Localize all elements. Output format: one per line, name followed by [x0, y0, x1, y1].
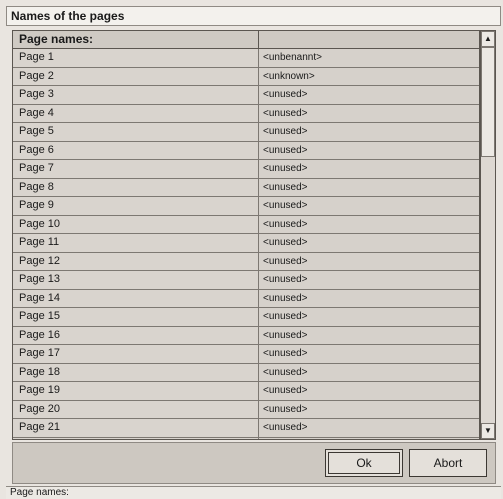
page-value-cell[interactable]: <unused>: [259, 123, 479, 141]
table-row[interactable]: Page 5 <unused>: [13, 123, 479, 142]
page-name-cell[interactable]: Page 14: [13, 289, 259, 307]
page-value-cell[interactable]: <unused>: [259, 197, 479, 215]
ok-button[interactable]: Ok: [325, 449, 403, 477]
page-value-cell[interactable]: <unused>: [259, 419, 479, 437]
page-name-cell[interactable]: Page 9: [13, 197, 259, 215]
scrollbar-thumb[interactable]: [481, 47, 495, 157]
page-name-cell[interactable]: Page 6: [13, 141, 259, 159]
page-names-table: Page names: Page 1 <unbenannt> Page 2 <unkn…: [12, 30, 480, 440]
page-name-cell[interactable]: Page 12: [13, 252, 259, 270]
page-value-cell[interactable]: <unused>: [259, 326, 479, 344]
table-row[interactable]: Page 13 <unused>: [13, 271, 479, 290]
table-row[interactable]: Page 20 <unused>: [13, 400, 479, 419]
page-value-cell[interactable]: <unused>: [259, 289, 479, 307]
page-name-cell[interactable]: Page 13: [13, 271, 259, 289]
scroll-up-icon[interactable]: ▲: [481, 31, 495, 47]
table-row[interactable]: Page 6 <unused>: [13, 141, 479, 160]
table-row[interactable]: Page 17 <unused>: [13, 345, 479, 364]
table-row[interactable]: Page 3 <unused>: [13, 86, 479, 105]
table-row[interactable]: Page 15 <unused>: [13, 308, 479, 327]
page-value-cell[interactable]: <unused>: [259, 271, 479, 289]
page-name-cell[interactable]: Page 10: [13, 215, 259, 233]
table-row[interactable]: Page 14 <unused>: [13, 289, 479, 308]
column-header-page-names[interactable]: Page names:: [13, 31, 259, 48]
page-name-cell[interactable]: Page 15: [13, 308, 259, 326]
page-name-cell[interactable]: Page 3: [13, 86, 259, 104]
page-value-cell[interactable]: <unused>: [259, 345, 479, 363]
page-name-cell[interactable]: Page 19: [13, 382, 259, 400]
page-name-cell[interactable]: Page 16: [13, 326, 259, 344]
table-row[interactable]: Page 16 <unused>: [13, 326, 479, 345]
page-value-cell[interactable]: <unused>: [259, 363, 479, 381]
page-value-cell[interactable]: <unused>: [259, 252, 479, 270]
table-rows: Page 1 <unbenannt> Page 2 <unknown> Page 3 <u…: [13, 49, 479, 439]
window-title: Names of the pages: [6, 6, 501, 26]
page-value-cell[interactable]: <unused>: [259, 104, 479, 122]
table-row[interactable]: Page 21 <unused>: [13, 419, 479, 438]
page-value-cell[interactable]: <unused>: [259, 178, 479, 196]
table-row[interactable]: Page 2 <unknown>: [13, 67, 479, 86]
column-header-value[interactable]: [259, 31, 479, 48]
table-header: Page names:: [13, 31, 479, 49]
button-bar: Ok Abort: [12, 442, 496, 484]
page-name-cell[interactable]: Page 5: [13, 123, 259, 141]
page-name-cell[interactable]: Page 11: [13, 234, 259, 252]
page-value-cell[interactable]: <unbenannt>: [259, 49, 479, 67]
page-value-cell[interactable]: <unused>: [259, 234, 479, 252]
scroll-down-icon[interactable]: ▼: [481, 423, 495, 439]
page-name-cell[interactable]: Page 21: [13, 419, 259, 437]
page-name-cell[interactable]: Page 2: [13, 67, 259, 85]
page-name-cell[interactable]: Page 4: [13, 104, 259, 122]
table-row[interactable]: Page 7 <unused>: [13, 160, 479, 179]
page-name-cell[interactable]: Page 7: [13, 160, 259, 178]
table-row[interactable]: Page 9 <unused>: [13, 197, 479, 216]
table-row[interactable]: Page 22: [13, 437, 479, 439]
page-name-cell[interactable]: Page 22: [13, 437, 259, 439]
status-bar: Page names:: [6, 486, 501, 499]
vertical-scrollbar[interactable]: ▲ ▼: [480, 30, 496, 440]
table-row[interactable]: Page 1 <unbenannt>: [13, 49, 479, 68]
page-value-cell[interactable]: <unused>: [259, 400, 479, 418]
table-row[interactable]: Page 8 <unused>: [13, 178, 479, 197]
table-row[interactable]: Page 10 <unused>: [13, 215, 479, 234]
table-row[interactable]: Page 4 <unused>: [13, 104, 479, 123]
page-value-cell[interactable]: <unused>: [259, 308, 479, 326]
table-row[interactable]: Page 19 <unused>: [13, 382, 479, 401]
page-name-cell[interactable]: Page 17: [13, 345, 259, 363]
page-name-cell[interactable]: Page 20: [13, 400, 259, 418]
page-value-cell[interactable]: <unused>: [259, 141, 479, 159]
page-name-cell[interactable]: Page 8: [13, 178, 259, 196]
page-name-cell[interactable]: Page 18: [13, 363, 259, 381]
abort-button[interactable]: Abort: [409, 449, 487, 477]
page-value-cell[interactable]: <unused>: [259, 86, 479, 104]
page-value-cell[interactable]: <unused>: [259, 160, 479, 178]
page-value-cell[interactable]: <unused>: [259, 382, 479, 400]
page-value-cell[interactable]: <unknown>: [259, 67, 479, 85]
page-name-cell[interactable]: Page 1: [13, 49, 259, 67]
page-value-cell[interactable]: [259, 437, 479, 439]
table-row[interactable]: Page 18 <unused>: [13, 363, 479, 382]
page-value-cell[interactable]: <unused>: [259, 215, 479, 233]
table-row[interactable]: Page 11 <unused>: [13, 234, 479, 253]
table-row[interactable]: Page 12 <unused>: [13, 252, 479, 271]
